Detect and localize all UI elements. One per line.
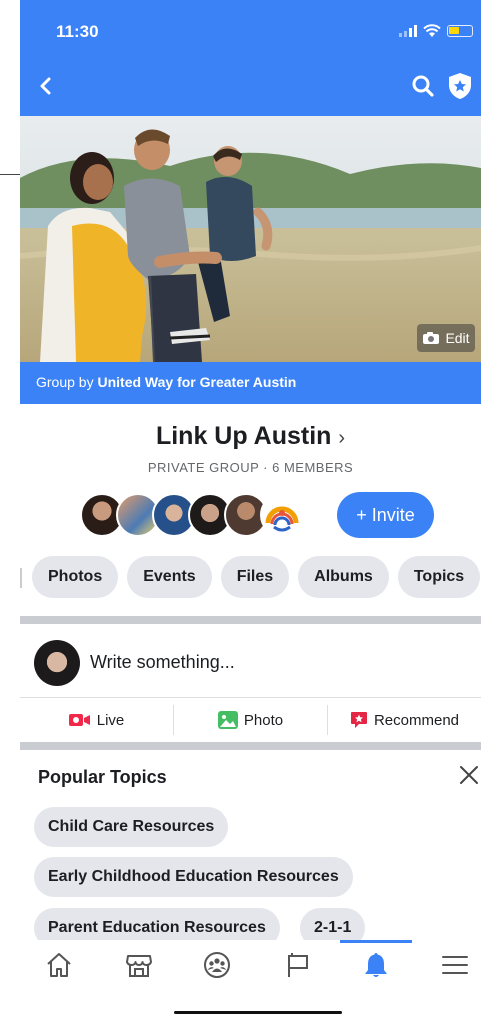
tab-files[interactable]: Files	[220, 556, 290, 598]
invite-button[interactable]: + Invite	[337, 492, 434, 538]
topic-chip[interactable]: Early Childhood Education Resources	[34, 857, 353, 897]
status-bar: 11:30	[20, 0, 481, 56]
photo-label: Photo	[243, 711, 284, 729]
battery-icon	[447, 25, 473, 37]
live-video-icon	[68, 714, 90, 726]
nav-bar	[20, 56, 481, 116]
groups-icon[interactable]	[202, 950, 232, 980]
group-by-banner[interactable]: Group by United Way for Greater Austin	[20, 362, 481, 404]
group-tabs: Photos Events Files Albums Topics	[20, 556, 481, 600]
tab-photos[interactable]: Photos	[32, 556, 119, 598]
avatar[interactable]	[260, 493, 304, 537]
home-indicator	[174, 1011, 342, 1014]
family-photo	[20, 116, 481, 362]
tab-topics[interactable]: Topics	[397, 556, 481, 598]
popular-topics-title: Popular Topics	[38, 767, 167, 787]
pages-flag-icon[interactable]	[283, 950, 313, 980]
wifi-icon	[423, 24, 441, 37]
bottom-tab-bar	[20, 940, 481, 992]
photo-button[interactable]: Photo	[174, 698, 327, 742]
live-button[interactable]: Live	[20, 698, 173, 742]
marketplace-icon[interactable]	[124, 950, 154, 980]
group-title[interactable]: Link Up Austin ›	[20, 422, 481, 451]
group-meta: PRIVATE GROUP · 6 MEMBERS	[147, 460, 354, 475]
topic-chip[interactable]: Child Care Resources	[34, 807, 229, 847]
edit-cover-button[interactable]: Edit	[417, 324, 475, 352]
search-icon[interactable]	[411, 74, 435, 98]
live-label: Live	[96, 711, 125, 729]
composer-input[interactable]: Write something...	[90, 652, 235, 673]
recommend-button[interactable]: Recommend	[328, 698, 481, 742]
edit-label: Edit	[445, 330, 470, 346]
composer[interactable]: Write something...	[20, 632, 481, 696]
avatar	[34, 640, 80, 686]
section-divider	[20, 616, 481, 624]
united-way-logo-icon	[265, 506, 299, 532]
group-by-org[interactable]: United Way for Greater Austin	[97, 374, 296, 390]
edge-line	[0, 174, 20, 175]
shield-star-icon[interactable]	[447, 72, 473, 100]
notifications-bell-icon[interactable]	[361, 950, 391, 980]
photo-icon	[217, 711, 238, 729]
home-icon[interactable]	[44, 950, 74, 980]
tab-albums[interactable]: Albums	[298, 556, 389, 598]
recommend-icon	[350, 712, 367, 728]
status-icons	[399, 24, 473, 38]
tab-events[interactable]: Events	[127, 556, 212, 598]
camera-icon	[423, 332, 440, 344]
chevron-right-icon: ›	[338, 427, 346, 449]
recommend-label: Recommend	[373, 711, 460, 729]
cover-photo[interactable]: Edit	[20, 116, 481, 362]
composer-actions: Live Photo Recommend	[20, 698, 481, 742]
back-icon[interactable]	[34, 74, 58, 98]
member-avatars[interactable]	[80, 492, 304, 538]
section-divider	[20, 742, 481, 750]
group-by-prefix: Group by	[36, 374, 98, 390]
group-name: Link Up Austin	[155, 422, 332, 450]
status-time: 11:30	[56, 22, 99, 41]
menu-icon[interactable]	[440, 950, 470, 980]
close-icon[interactable]	[458, 764, 480, 786]
signal-icon	[399, 25, 417, 37]
active-tab-indicator	[340, 940, 412, 943]
